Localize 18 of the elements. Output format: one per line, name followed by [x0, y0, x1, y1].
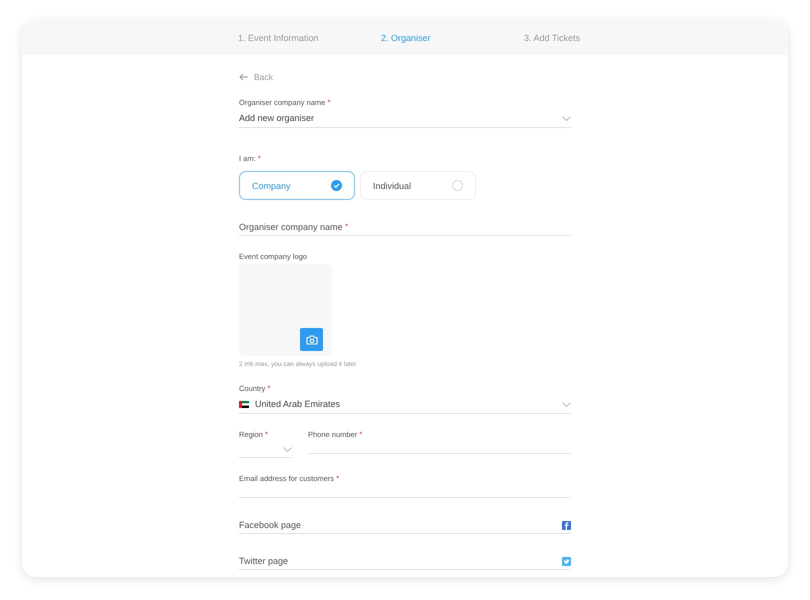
arrow-left-icon: [239, 73, 248, 81]
chevron-down-icon: [562, 402, 571, 406]
facebook-icon: [562, 520, 571, 530]
radio-circle-icon: [452, 180, 463, 191]
logo-upload-area[interactable]: [239, 264, 332, 356]
bird-icon: [562, 556, 571, 566]
company-name-field[interactable]: Organiser company name *: [239, 222, 571, 236]
organiser-dropdown[interactable]: Add new organiser: [239, 107, 571, 128]
camera-icon: [306, 334, 318, 344]
social-page-field[interactable]: Facebook page: [239, 520, 571, 534]
country-dropdown[interactable]: United Arab Emirates: [239, 393, 571, 414]
check-circle-icon: [331, 180, 342, 191]
chevron-down-icon: [562, 116, 571, 120]
upload-button[interactable]: [300, 328, 323, 351]
social-page-field[interactable]: Twitter page: [239, 556, 571, 570]
option-button[interactable]: Individual: [360, 171, 476, 200]
chevron-down-icon: [283, 446, 292, 452]
flag-icon: [239, 400, 249, 408]
